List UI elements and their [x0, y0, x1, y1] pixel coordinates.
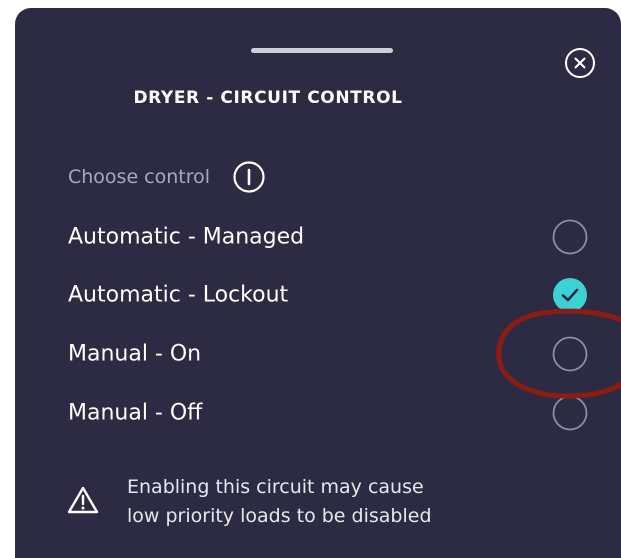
- radio-unselected-icon[interactable]: [552, 395, 588, 431]
- warning-line-1: Enabling this circuit may cause: [127, 476, 424, 498]
- radio-selected-check-icon[interactable]: [552, 277, 588, 313]
- option-automatic-managed[interactable]: Automatic - Managed: [15, 215, 621, 259]
- close-icon[interactable]: [563, 46, 597, 80]
- option-label: Manual - On: [68, 341, 202, 367]
- circuit-control-sheet: DRYER - CIRCUIT CONTROL Choose control A…: [15, 8, 621, 558]
- option-label: Automatic - Managed: [68, 224, 305, 250]
- option-automatic-lockout[interactable]: Automatic - Lockout: [15, 273, 621, 317]
- option-manual-off[interactable]: Manual - Off: [15, 391, 621, 435]
- choose-control-label: Choose control: [68, 166, 211, 188]
- option-label: Manual - Off: [68, 400, 203, 426]
- warning-text: Enabling this circuit may cause low prio…: [127, 473, 432, 531]
- option-label: Automatic - Lockout: [68, 282, 289, 308]
- option-manual-on[interactable]: Manual - On: [15, 332, 621, 376]
- drag-handle[interactable]: [251, 48, 393, 53]
- warning-triangle-icon: [67, 486, 99, 514]
- warning-line-2: low priority loads to be disabled: [127, 505, 432, 527]
- sheet-title: DRYER - CIRCUIT CONTROL: [133, 88, 403, 108]
- warning-message: Enabling this circuit may cause low prio…: [67, 473, 587, 533]
- radio-unselected-icon[interactable]: [552, 219, 588, 255]
- radio-unselected-icon[interactable]: [552, 336, 588, 372]
- info-icon[interactable]: [232, 160, 266, 194]
- choose-control-row: Choose control: [68, 160, 266, 194]
